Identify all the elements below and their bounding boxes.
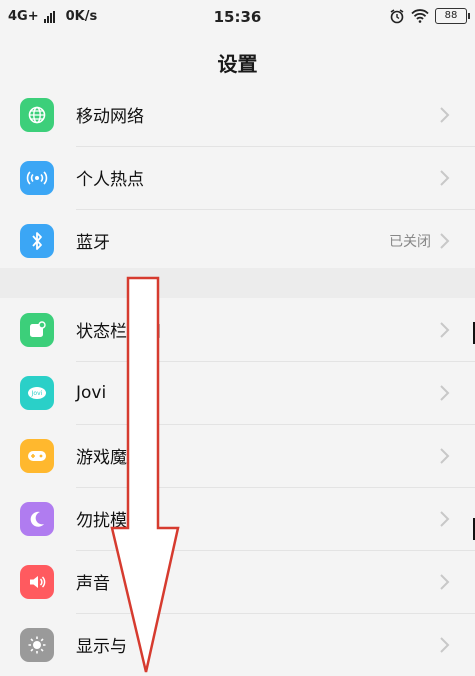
alarm-icon: [390, 9, 404, 24]
settings-group-network: 移动网络 个人热点 蓝牙 已关闭: [0, 83, 475, 272]
gamepad-icon: [20, 439, 54, 473]
settings-item-label: 个人热点: [76, 170, 144, 190]
chevron-right-icon: [440, 170, 450, 186]
status-bar: 4G+ 0K/s 15:36 88: [0, 0, 475, 34]
settings-item-game-mode[interactable]: 游戏魔: [0, 424, 475, 487]
sound-icon: [20, 565, 54, 599]
settings-item-mobile-network[interactable]: 移动网络: [0, 83, 475, 146]
hotspot-icon: [20, 161, 54, 195]
bluetooth-status: 已关闭: [389, 233, 431, 250]
page-title-bar: 设置: [0, 34, 475, 90]
jovi-icon: Jovi: [20, 376, 54, 410]
globe-icon: [20, 98, 54, 132]
settings-item-label: Jovi: [76, 382, 107, 403]
chevron-right-icon: [440, 637, 450, 653]
settings-item-bluetooth[interactable]: 蓝牙 已关闭: [0, 209, 475, 272]
bluetooth-icon: [20, 224, 54, 258]
settings-item-label: 勿扰模: [76, 511, 127, 531]
settings-item-label: 蓝牙: [76, 233, 110, 253]
settings-item-statusbar-notifications[interactable]: 状态栏知: [0, 298, 475, 361]
settings-item-label: 声音: [76, 574, 110, 594]
settings-item-jovi[interactable]: Jovi Jovi: [0, 361, 475, 424]
chevron-right-icon: [440, 385, 450, 401]
settings-item-label: 游戏魔: [76, 448, 127, 468]
settings-item-sound[interactable]: 声音: [0, 550, 475, 613]
chevron-right-icon: [440, 107, 450, 123]
moon-icon: [20, 502, 54, 536]
battery-icon: 88: [435, 8, 470, 24]
chevron-right-icon: [440, 448, 450, 464]
settings-item-display[interactable]: 显示与: [0, 613, 475, 676]
status-right: 88: [389, 8, 470, 24]
section-divider: [0, 268, 475, 298]
brightness-icon: [20, 628, 54, 662]
chevron-right-icon: [440, 322, 450, 338]
chevron-right-icon: [440, 233, 450, 249]
settings-item-label: 状态栏知: [76, 322, 161, 342]
settings-item-label: 显示与: [76, 637, 127, 657]
chevron-right-icon: [440, 574, 450, 590]
page-title: 设置: [217, 51, 258, 76]
settings-item-do-not-disturb[interactable]: 勿扰模: [0, 487, 475, 550]
statusbar-icon: [20, 313, 54, 347]
settings-item-hotspot[interactable]: 个人热点: [0, 146, 475, 209]
wifi-icon: [411, 9, 429, 23]
settings-group-system: 状态栏知 Jovi Jovi 游戏魔 勿扰模 声音 显示与: [0, 298, 475, 676]
svg-text:Jovi: Jovi: [31, 390, 43, 397]
chevron-right-icon: [440, 511, 450, 527]
settings-item-label: 移动网络: [76, 107, 144, 127]
